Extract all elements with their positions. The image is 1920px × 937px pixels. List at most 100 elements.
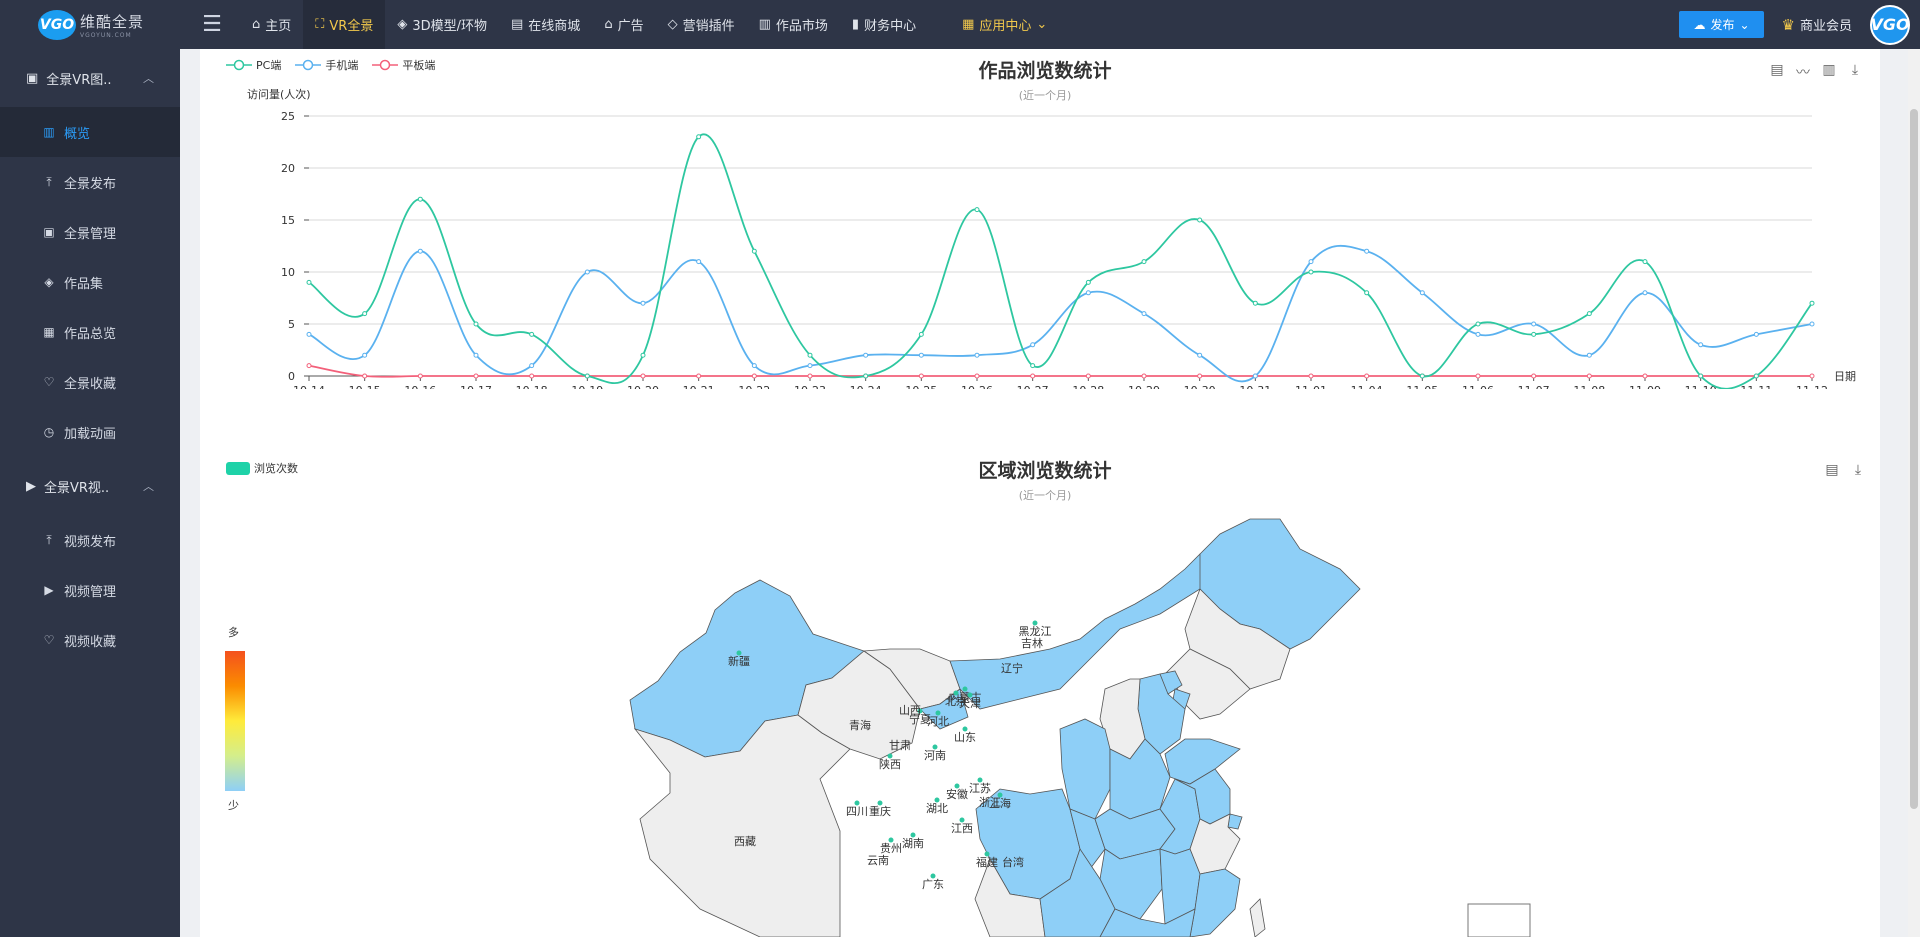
sidebar-item-1-2[interactable]: ♡ 视频收藏 <box>0 615 180 665</box>
sidebar-group-label: 全景VR图.. <box>46 72 112 88</box>
region-dot <box>887 753 893 759</box>
nav-item-label: 作品市场 <box>775 19 828 34</box>
province-label: 新疆 <box>728 654 750 668</box>
grid-icon: ▦ <box>962 17 975 32</box>
province-label: 青海 <box>849 718 871 732</box>
cloud-upload-icon: ☁ <box>1693 17 1706 32</box>
home-icon: ⌂ <box>252 17 261 32</box>
crown-icon: ♛ <box>1781 15 1795 34</box>
region-dot <box>962 726 968 732</box>
sidebar-item-label: 视频发布 <box>64 534 117 550</box>
sidebar-item-label: 作品总览 <box>64 326 117 342</box>
nav-item-3[interactable]: ▤ 在线商城 <box>499 0 592 49</box>
sidebar-item-0-4[interactable]: ▦ 作品总览 <box>0 307 180 357</box>
plugin-icon: ◇ <box>667 17 678 32</box>
region-dot <box>854 800 860 806</box>
sidebar-item-0-0[interactable]: ▥ 概览 <box>0 107 180 157</box>
province-label: 河北 <box>927 715 949 728</box>
region-dot <box>930 873 936 879</box>
manage-icon: ▣ <box>43 225 55 239</box>
logo-badge: VGO <box>38 9 76 40</box>
region-dot <box>962 686 968 692</box>
sidebar-item-0-6[interactable]: ◷ 加载动画 <box>0 407 180 457</box>
province-label: 天津 <box>959 697 981 710</box>
sidebar-item-label: 全景管理 <box>64 226 117 242</box>
app-center-menu[interactable]: ▦ 应用中心 ⌄ <box>950 0 1059 49</box>
province-label: 浙江 <box>979 796 1001 809</box>
publish-button[interactable]: ☁ 发布 ⌄ <box>1679 11 1764 38</box>
sidebar-group-0[interactable]: ▣ 全景VR图.. ︿ <box>0 49 180 107</box>
sidebar-item-1-0[interactable]: ⤒ 视频发布 <box>0 515 180 565</box>
nav-item-1[interactable]: ⛶ VR全景 <box>303 0 386 49</box>
province-label: 甘肃 <box>889 739 911 752</box>
upload-icon: ⤒ <box>46 532 52 547</box>
province-label: 山东 <box>954 731 976 744</box>
overview-icon: ▦ <box>43 325 55 339</box>
sidebar-item-0-5[interactable]: ♡ 全景收藏 <box>0 357 180 407</box>
region-dot <box>932 744 938 750</box>
scrollbar[interactable] <box>1908 49 1920 937</box>
china-map: 新疆西藏青海甘肃宁夏内蒙古黑龙江吉林辽宁北京天津河北山西山东陕西河南四川 重庆 湖北… <box>629 518 1531 937</box>
scroll-thumb[interactable] <box>1910 109 1918 809</box>
layers-icon: ◈ <box>44 275 54 289</box>
province-label: 广东 <box>922 878 944 891</box>
sidebar: ▣ 全景VR图.. ︿ ▥ 概览 ⤒ 全景发布 ▣ 全景管理 ◈ 作品集 ▦ 作品总览 ♡ 全景收藏 ◷ 加载动… <box>0 49 180 937</box>
province-label: 陕西 <box>879 757 901 771</box>
province-label: 四川 <box>846 805 868 818</box>
province-label: 贵州 <box>880 842 902 855</box>
region-dot <box>888 837 894 843</box>
province-上海 <box>1227 813 1243 830</box>
upload-icon: ⤒ <box>46 174 52 189</box>
sidebar-item-0-2[interactable]: ▣ 全景管理 <box>0 207 180 257</box>
province-label: 福建 <box>976 855 998 869</box>
nav-item-0[interactable]: ⌂ 主页 <box>240 0 303 49</box>
sidebar-group-label: 全景VR视.. <box>44 480 110 496</box>
ad-icon: ⌂ <box>604 17 613 32</box>
market-icon: ▥ <box>758 17 771 32</box>
province-label: 重庆 <box>869 804 891 818</box>
heart-icon: ♡ <box>43 633 55 647</box>
nav-item-label: 3D模型/环物 <box>412 19 487 34</box>
province-label: 辽宁 <box>1001 661 1023 675</box>
sidebar-item-label: 全景发布 <box>64 176 117 192</box>
nav-item-label: 营销插件 <box>682 19 735 34</box>
logo[interactable]: VGO 维酷全景 VGOYUN.COM <box>0 0 180 49</box>
nav-item-6[interactable]: ▥ 作品市场 <box>747 0 840 49</box>
vip-label: 商业会员 <box>1799 19 1852 34</box>
vr-icon: ⛶ <box>315 17 325 32</box>
region-dot <box>910 832 916 838</box>
sidebar-item-label: 加载动画 <box>64 426 117 442</box>
cube-icon: ◈ <box>397 17 408 32</box>
chevron-down-icon: ⌄ <box>1739 17 1750 32</box>
province-label: 河南 <box>924 749 946 762</box>
sidebar-item-1-1[interactable]: ▶ 视频管理 <box>0 565 180 615</box>
chevron-up-icon: ︿ <box>143 72 154 85</box>
province-西藏 <box>633 714 851 937</box>
region-dot <box>977 777 983 783</box>
menu-toggle-icon[interactable]: ☰ <box>192 0 232 49</box>
nav-item-2[interactable]: ◈ 3D模型/环物 <box>385 0 499 49</box>
avatar[interactable]: VGO <box>1870 4 1910 45</box>
sidebar-item-0-1[interactable]: ⤒ 全景发布 <box>0 157 180 207</box>
vip-link[interactable]: ♛ 商业会员 <box>1781 15 1852 35</box>
sidebar-group-1[interactable]: ▶ 全景VR视.. ︿ <box>0 457 180 515</box>
region-dot <box>934 797 940 803</box>
nav-item-4[interactable]: ⌂ 广告 <box>592 0 655 49</box>
sidebar-item-0-3[interactable]: ◈ 作品集 <box>0 257 180 307</box>
chevron-down-icon: ⌄ <box>1036 17 1048 32</box>
nav-item-5[interactable]: ◇ 营销插件 <box>656 0 747 49</box>
sidebar-item-label: 视频管理 <box>64 584 117 600</box>
chart-bar-icon: ▥ <box>43 125 55 139</box>
province-label: 安徽 <box>946 787 968 801</box>
nav-item-label: VR全景 <box>329 19 374 34</box>
province-label: 台湾 <box>1002 855 1024 869</box>
nav-item-label: 广告 <box>617 19 644 34</box>
finance-icon: ▮ <box>851 17 860 32</box>
province-label: 江西 <box>951 822 973 835</box>
region-dot <box>1032 620 1038 626</box>
chevron-up-icon: ︿ <box>143 480 154 493</box>
nav-item-7[interactable]: ▮ 财务中心 <box>840 0 928 49</box>
main-nav: ⌂ 主页 ⛶ VR全景 ◈ 3D模型/环物 ▤ 在线商城 ⌂ 广告 ◇ 营销插件 ▥ 作品市场 ▮ 财务中心 <box>240 0 928 49</box>
logo-subtext: VGOYUN.COM <box>80 31 132 39</box>
app-center-label: 应用中心 <box>979 19 1032 34</box>
